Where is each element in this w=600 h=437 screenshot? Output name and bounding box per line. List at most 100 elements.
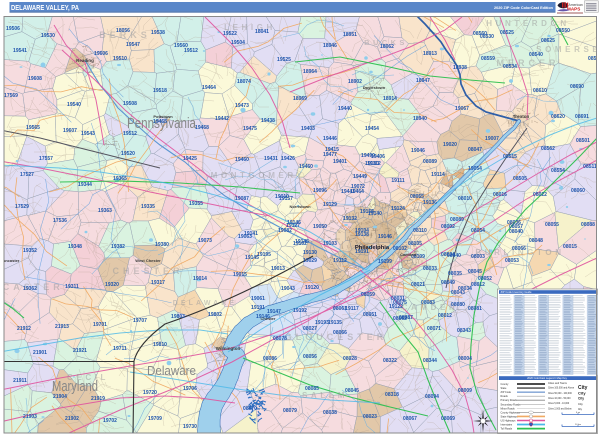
- svg-text:MAPS: MAPS: [567, 7, 580, 12]
- svg-text:08690: 08690: [570, 84, 584, 90]
- svg-text:19401: 19401: [333, 159, 347, 165]
- svg-text:08071: 08071: [427, 326, 441, 332]
- svg-text:19541: 19541: [13, 48, 27, 54]
- svg-text:19730: 19730: [183, 424, 197, 430]
- svg-text:Doylestown: Doylestown: [363, 85, 386, 90]
- svg-text:17536: 17536: [53, 218, 67, 224]
- svg-text:Cities 50,000 - 100,000: Cities 50,000 - 100,000: [548, 392, 572, 395]
- svg-text:19518: 19518: [153, 88, 167, 94]
- svg-text:18913: 18913: [423, 51, 437, 57]
- svg-text:19468: 19468: [195, 125, 209, 131]
- svg-text:18062: 18062: [380, 44, 394, 50]
- svg-text:19510: 19510: [113, 56, 127, 62]
- svg-text:19363: 19363: [98, 208, 112, 214]
- svg-text:Minor Roads: Minor Roads: [501, 407, 516, 410]
- svg-text:19431: 19431: [264, 156, 278, 162]
- svg-text:08067: 08067: [403, 416, 417, 422]
- svg-text:Secondary Roads: Secondary Roads: [501, 403, 522, 406]
- svg-text:08052: 08052: [478, 276, 492, 282]
- svg-text:18969: 18969: [293, 96, 307, 102]
- svg-text:19538: 19538: [151, 30, 165, 36]
- svg-text:19157: 19157: [279, 196, 293, 202]
- svg-text:08055: 08055: [410, 194, 424, 200]
- svg-text:SALEM: SALEM: [302, 391, 348, 400]
- svg-text:08047: 08047: [468, 147, 482, 153]
- svg-text:08038: 08038: [323, 410, 337, 416]
- svg-text:08040: 08040: [447, 253, 461, 259]
- svg-text:19348: 19348: [68, 244, 82, 250]
- svg-text:18902: 18902: [348, 79, 362, 85]
- svg-text:City: City: [578, 402, 583, 406]
- svg-text:21902: 21902: [65, 416, 79, 422]
- svg-text:19007: 19007: [485, 136, 499, 142]
- svg-text:US Highways: US Highways: [501, 420, 517, 423]
- svg-text:Cities and Towns: Cities and Towns: [548, 382, 568, 385]
- svg-text:19114: 19114: [431, 172, 445, 178]
- svg-text:19706: 19706: [183, 386, 197, 392]
- svg-text:08610: 08610: [533, 88, 547, 94]
- svg-text:19046: 19046: [411, 148, 425, 154]
- svg-text:19382: 19382: [111, 244, 125, 250]
- svg-text:19192: 19192: [293, 308, 307, 314]
- svg-text:21913: 21913: [55, 324, 69, 330]
- svg-text:19311: 19311: [65, 284, 79, 290]
- svg-text:19547: 19547: [126, 42, 140, 48]
- svg-text:18938: 18938: [453, 65, 467, 71]
- svg-text:19124: 19124: [391, 206, 405, 212]
- svg-text:08087: 08087: [399, 315, 413, 321]
- svg-text:18946: 18946: [323, 43, 337, 49]
- svg-text:19087: 19087: [235, 196, 249, 202]
- svg-text:08559: 08559: [481, 56, 495, 62]
- svg-text:ZIP Code: ZIP Code: [501, 391, 512, 394]
- svg-text:19540: 19540: [67, 102, 81, 108]
- svg-text:17557: 17557: [39, 156, 53, 162]
- svg-text:2020 ColorCast Legend / Map Ke: 2020 ColorCast Legend / Map Key: [527, 376, 567, 380]
- svg-text:19508: 19508: [123, 101, 137, 107]
- svg-text:19701: 19701: [93, 322, 107, 328]
- svg-text:19380: 19380: [155, 242, 169, 248]
- svg-text:18074: 18074: [237, 79, 251, 85]
- svg-text:08089: 08089: [450, 217, 464, 223]
- svg-text:08056: 08056: [303, 354, 317, 360]
- svg-text:HUNTERDON: HUNTERDON: [486, 19, 570, 28]
- svg-text:Cities 10,000 - 50,000: Cities 10,000 - 50,000: [548, 397, 571, 400]
- svg-text:08322: 08322: [383, 358, 397, 364]
- svg-text:19111: 19111: [391, 178, 405, 184]
- svg-text:19073: 19073: [198, 238, 212, 244]
- svg-text:19454: 19454: [365, 126, 379, 132]
- svg-text:08534: 08534: [503, 64, 517, 70]
- svg-text:19709: 19709: [148, 416, 162, 422]
- svg-text:08505: 08505: [513, 176, 527, 182]
- svg-text:19344: 19344: [78, 182, 92, 188]
- svg-text:21904: 21904: [53, 394, 67, 400]
- svg-text:19403: 19403: [301, 126, 315, 132]
- svg-text:19130: 19130: [303, 250, 317, 256]
- svg-text:08086: 08086: [263, 356, 277, 362]
- svg-text:08066: 08066: [512, 246, 526, 252]
- svg-text:19145: 19145: [245, 255, 259, 261]
- svg-text:08004: 08004: [458, 356, 472, 362]
- svg-text:19702: 19702: [103, 418, 117, 424]
- svg-text:State: State: [501, 387, 507, 390]
- svg-text:21921: 21921: [73, 348, 87, 354]
- svg-text:08021: 08021: [411, 282, 425, 288]
- svg-text:CHESTER: CHESTER: [112, 266, 183, 276]
- svg-text:19103: 19103: [323, 241, 337, 247]
- svg-text:17569: 17569: [4, 93, 18, 99]
- svg-text:19043: 19043: [281, 286, 295, 292]
- svg-text:19141: 19141: [244, 231, 258, 237]
- svg-text:19129: 19129: [323, 202, 337, 208]
- svg-text:08028: 08028: [343, 356, 357, 362]
- svg-text:Camden: Camden: [400, 252, 416, 257]
- svg-text:19522: 19522: [223, 31, 237, 37]
- svg-text:08562: 08562: [541, 146, 555, 152]
- svg-text:Cities 2,000 and Below: Cities 2,000 and Below: [548, 407, 572, 410]
- svg-text:08051: 08051: [363, 312, 377, 318]
- svg-text:08040: 08040: [509, 229, 523, 235]
- svg-text:08540: 08540: [529, 52, 543, 58]
- svg-text:Chester: Chester: [261, 316, 276, 321]
- svg-text:19029: 19029: [303, 258, 317, 264]
- svg-text:08069: 08069: [441, 416, 455, 422]
- svg-text:Norristown: Norristown: [289, 204, 311, 209]
- svg-text:19145: 19145: [295, 239, 309, 245]
